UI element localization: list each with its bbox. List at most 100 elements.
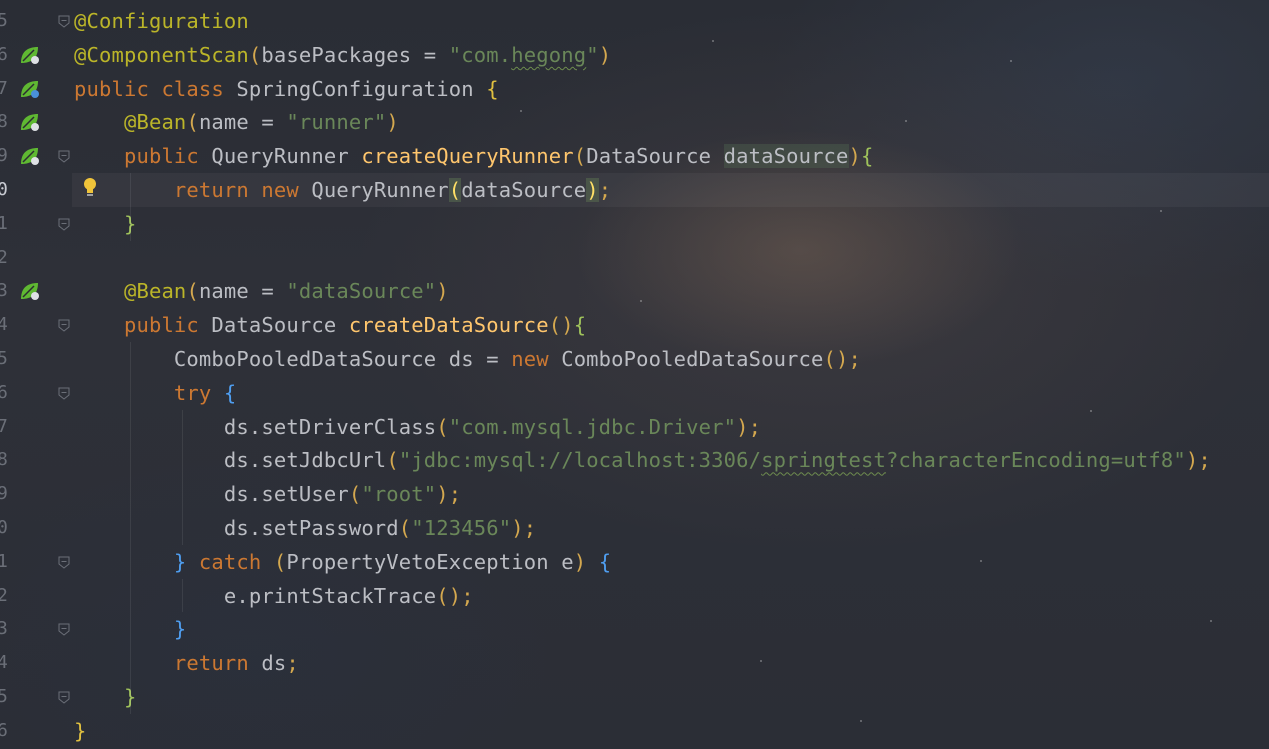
code-token: (: [386, 448, 399, 473]
code-token: try: [74, 380, 224, 405]
code-line[interactable]: ds.setPassword("123456");: [74, 511, 536, 545]
code-token: QueryRunner: [311, 178, 449, 202]
code-line[interactable]: }: [74, 680, 136, 714]
code-token: ): [848, 144, 862, 169]
code-token: new: [511, 347, 562, 371]
code-token: {: [223, 380, 237, 405]
code-line[interactable]: ds.setDriverClass("com.mysql.jdbc.Driver…: [74, 410, 761, 444]
code-line[interactable]: public DataSource createDataSource(){: [74, 308, 586, 342]
code-token: (): [548, 313, 574, 338]
code-line[interactable]: @Configuration: [74, 4, 249, 38]
line-number: 2: [0, 246, 8, 268]
code-line[interactable]: @Bean(name = "runner"): [74, 105, 399, 139]
code-token: {: [598, 549, 612, 574]
code-line[interactable]: @ComponentScan(basePackages = "com.hegon…: [74, 38, 611, 72]
code-token: }: [74, 685, 137, 709]
fold-marker-icon[interactable]: [57, 318, 71, 332]
code-token: (: [186, 279, 199, 304]
line-number: 0: [0, 517, 8, 538]
code-line[interactable]: ds.setUser("root");: [74, 477, 461, 511]
code-line[interactable]: ComboPooledDataSource ds = new ComboPool…: [74, 342, 861, 376]
code-token: );: [1185, 448, 1211, 473]
line-number: 6: [0, 43, 8, 65]
code-token: ;: [598, 178, 612, 202]
code-token: ComboPooledDataSource: [561, 347, 824, 371]
line-number: 6: [0, 719, 8, 741]
spring-bean-navigate-icon[interactable]: [18, 145, 40, 167]
code-token: "dataSource": [286, 279, 437, 304]
editor-gutter[interactable]: 5 6 7 8 9 0 1 2 3 4 5 6 7 8 9 0 1 2 3 4 5 6: [0, 0, 72, 749]
code-token: "com.: [448, 42, 512, 67]
code-line[interactable]: return new QueryRunner(dataSource);: [74, 173, 611, 207]
code-token: name =: [198, 279, 287, 304]
line-number: 6: [0, 381, 8, 403]
code-token: ): [586, 178, 599, 202]
code-token: ): [436, 279, 449, 304]
fold-marker-icon[interactable]: [57, 14, 71, 28]
fold-marker-icon[interactable]: [57, 622, 71, 637]
code-token: createQueryRunner: [361, 144, 574, 169]
line-number: 7: [0, 77, 8, 99]
fold-marker-icon[interactable]: [57, 386, 71, 400]
code-line[interactable]: public QueryRunner createQueryRunner(Dat…: [74, 139, 874, 173]
code-line[interactable]: e.printStackTrace();: [74, 579, 474, 613]
code-token: return new: [74, 178, 312, 202]
fold-marker-icon[interactable]: [57, 217, 71, 231]
line-number: 3: [0, 280, 8, 302]
code-token: "jdbc:mysql://localhost:3306/: [398, 448, 762, 473]
spring-bean-search-icon[interactable]: [18, 44, 40, 66]
spring-bean-navigate-icon[interactable]: [18, 111, 40, 133]
code-editor[interactable]: 5 6 7 8 9 0 1 2 3 4 5 6 7 8 9 0 1 2 3 4 5 6 @Configuration @Co…: [0, 0, 1269, 749]
code-line[interactable]: public class SpringConfiguration {: [74, 72, 499, 106]
spring-bean-navigate-icon[interactable]: [18, 280, 40, 302]
code-token: }: [74, 718, 87, 743]
code-token: return: [74, 651, 262, 676]
code-token: e.printStackTrace: [74, 583, 437, 608]
code-token: {: [486, 76, 499, 101]
code-line[interactable]: @Bean(name = "dataSource"): [74, 274, 449, 308]
code-token: basePackages =: [261, 42, 449, 67]
fold-marker-icon[interactable]: [57, 149, 71, 163]
code-token: public: [74, 144, 212, 169]
code-token: "root": [361, 482, 437, 507]
line-number: 3: [0, 618, 8, 640]
code-token: DataSource: [586, 144, 724, 169]
line-number: 9: [0, 145, 8, 167]
code-token: ds: [261, 651, 287, 676]
code-token: @Bean: [74, 110, 187, 135]
code-token: ): [386, 110, 399, 135]
code-token: (: [436, 414, 449, 439]
code-token: ();: [436, 583, 474, 608]
code-token: );: [436, 482, 462, 507]
code-token: public class: [74, 76, 237, 101]
code-token: ): [573, 549, 599, 574]
code-line[interactable]: try {: [74, 376, 236, 410]
fold-marker-icon[interactable]: [57, 555, 71, 569]
line-number: 4: [0, 652, 8, 674]
code-token: );: [736, 414, 762, 439]
indent-guide: [182, 578, 183, 613]
code-line[interactable]: }: [74, 714, 87, 748]
code-token: ?characterEncoding=utf8": [886, 448, 1186, 473]
code-token: "runner": [286, 110, 387, 135]
code-line[interactable]: ds.setJdbcUrl("jdbc:mysql://localhost:33…: [74, 443, 1211, 477]
line-number: 5: [0, 348, 8, 369]
line-number: 4: [0, 314, 8, 336]
line-number: 2: [0, 584, 8, 606]
code-token: @Configuration: [74, 9, 249, 33]
code-token: ds.setJdbcUrl: [74, 448, 387, 473]
code-token: ;: [286, 651, 299, 676]
code-token: SpringConfiguration: [236, 76, 487, 101]
code-token: );: [511, 516, 537, 540]
code-token: (: [573, 144, 587, 169]
code-line[interactable]: } catch (PropertyVetoException e) {: [74, 545, 611, 579]
code-line[interactable]: return ds;: [74, 646, 299, 680]
code-token: name =: [198, 110, 287, 135]
fold-marker-icon[interactable]: [57, 690, 71, 704]
code-token: hegong: [511, 42, 587, 67]
code-line[interactable]: }: [74, 207, 136, 241]
code-token: DataSource: [211, 313, 349, 338]
line-number: 1: [0, 550, 8, 572]
line-number: 5: [0, 686, 8, 707]
spring-bean-config-icon[interactable]: [18, 78, 40, 100]
